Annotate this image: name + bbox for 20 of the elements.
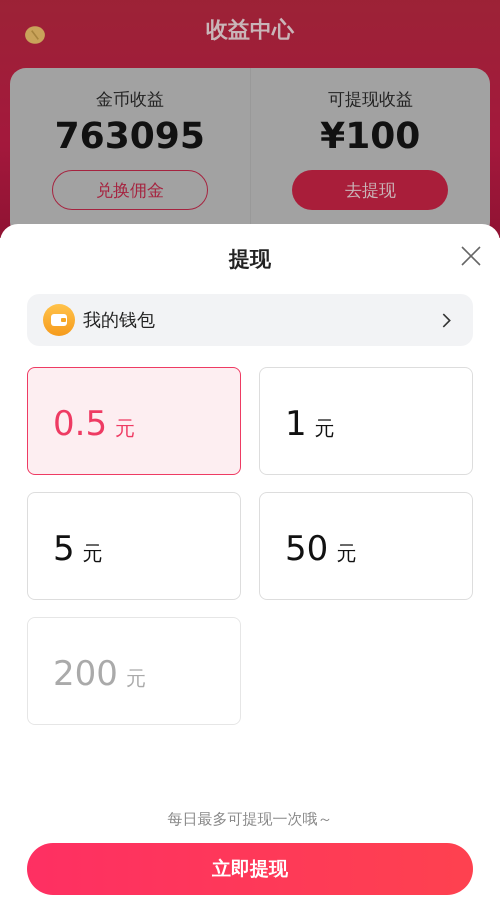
wallet-label: 我的钱包 <box>83 309 156 332</box>
amount-option[interactable]: 1 元 <box>259 367 473 475</box>
coin-icon <box>24 24 46 46</box>
withdraw-button[interactable]: 去提现 <box>292 170 448 210</box>
wallet-icon <box>43 304 75 336</box>
close-icon[interactable] <box>461 246 481 266</box>
note-text: 每日最多可提现一次哦～ <box>168 810 332 829</box>
wallet-row[interactable]: 我的钱包 <box>27 294 473 346</box>
stat-label: 可提现收益 <box>328 89 413 112</box>
exchange-button[interactable]: 兑换佣金 <box>52 170 208 210</box>
sheet-title: 提现 <box>229 246 271 273</box>
page-title: 收益中心 <box>206 16 294 45</box>
stat-value: ¥100 <box>320 116 420 159</box>
stat-label: 金币收益 <box>96 89 164 112</box>
amount-option[interactable]: 5 元 <box>27 492 241 600</box>
stat-value: 763095 <box>54 116 205 159</box>
amount-option[interactable]: 0.5 元 <box>27 367 241 475</box>
amount-option[interactable]: 50 元 <box>259 492 473 600</box>
withdraw-now-button[interactable]: 立即提现 <box>27 843 473 895</box>
chevron-right-icon <box>442 312 451 328</box>
